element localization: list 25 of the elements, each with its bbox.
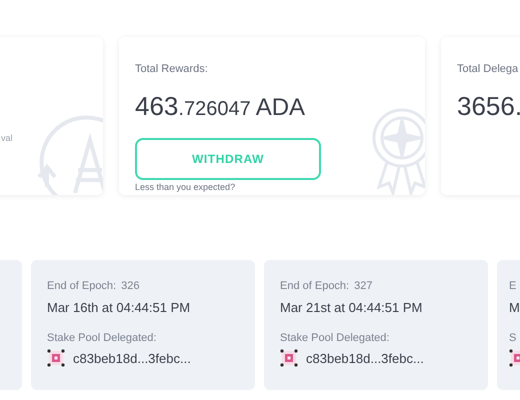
epoch-number: 327 <box>354 279 372 294</box>
epoch-number: 326 <box>121 279 140 294</box>
pool-id: c83beb18d...3febc... <box>306 350 424 368</box>
pool-identicon-icon <box>47 349 65 368</box>
pool-label: Stake Pool Delegated: <box>47 331 158 346</box>
card-label: Total Rewards: <box>135 62 209 77</box>
epoch-date: Mar 16th at 04:44:51 PM <box>47 298 190 316</box>
pool-label: S <box>509 331 518 346</box>
epoch-label: End of Epoch: <box>280 279 350 294</box>
hint-text: Less than you expected? <box>135 180 236 194</box>
amount-integer: 3656. <box>457 90 520 122</box>
withdraw-button[interactable]: WITHDRAW <box>135 138 321 180</box>
epoch-label: E <box>509 279 516 294</box>
epoch-label: End of Epoch: <box>47 279 116 294</box>
epoch-date: Mar 21st at 04:44:51 PM <box>280 298 422 316</box>
amount-integer: 463 <box>135 90 178 122</box>
compass-rosette-icon <box>371 107 425 195</box>
card-label: Total Delega <box>457 62 520 77</box>
pool-identicon-icon <box>280 349 298 368</box>
currency-label: ADA <box>256 92 306 122</box>
pool-label: Stake Pool Delegated: <box>280 331 390 346</box>
amount-decimal: .726047 <box>178 96 251 122</box>
card-note: val <box>1 132 13 145</box>
pool-id: c83beb18d...3febc... <box>73 350 191 368</box>
epoch-date: M <box>509 298 520 316</box>
